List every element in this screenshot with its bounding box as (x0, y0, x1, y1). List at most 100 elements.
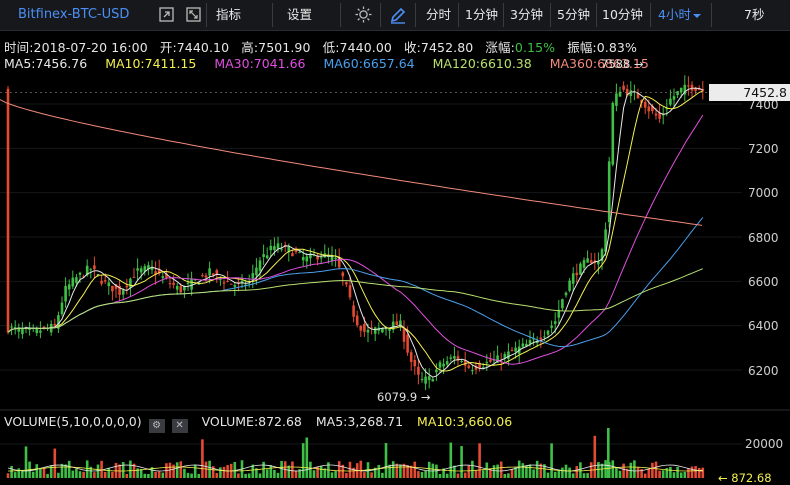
volume-bar (593, 435, 597, 478)
candle-body (100, 280, 103, 284)
candle-body (550, 325, 553, 328)
volume-bar (348, 461, 352, 478)
volume-bar (453, 465, 456, 478)
candle-body (251, 273, 255, 279)
volume-bar (60, 463, 64, 478)
volume-bar (64, 464, 67, 478)
price-axis-label: 6600 (748, 275, 779, 289)
volume-bar (553, 471, 557, 478)
volume-bar (53, 448, 57, 478)
candle-body (654, 113, 658, 116)
volume-bar (676, 467, 679, 478)
candle-body (417, 366, 420, 375)
volume-bar (427, 461, 431, 478)
candle-body (679, 87, 683, 93)
volume-bar (510, 469, 514, 478)
volume-bar (658, 470, 661, 478)
candle-body (445, 361, 449, 365)
volume-bar (481, 470, 485, 478)
candle-body (60, 302, 64, 315)
volume-bar (363, 472, 366, 478)
close-icon[interactable]: ✕ (171, 419, 188, 433)
volume-bar (334, 470, 337, 478)
candle-body (521, 343, 525, 347)
volume-bar (611, 460, 615, 478)
volume-bar (276, 472, 280, 478)
volume-bar (579, 462, 582, 478)
volume-bar (13, 472, 17, 478)
volume-bar (633, 460, 636, 478)
volume-bar (535, 460, 539, 478)
volume-bar (161, 472, 165, 478)
volume-bar (93, 472, 96, 478)
volume-bar (330, 472, 334, 478)
candle-body (71, 277, 75, 287)
candle-body (597, 261, 600, 265)
volume-bar (615, 467, 618, 478)
volume-bar (129, 460, 132, 478)
volume-bar (287, 465, 291, 478)
high-marker: 7588 → (601, 57, 644, 71)
current-volume-marker: ← 872.68 (718, 471, 772, 485)
candle-body (564, 292, 568, 296)
volume-bar (111, 471, 114, 478)
candle-body (543, 336, 546, 338)
candle-body (348, 285, 352, 298)
candle-body (255, 267, 258, 276)
volume-bar (222, 466, 226, 478)
candle-body (366, 329, 370, 333)
volume-bar (499, 461, 503, 478)
candle-body (435, 369, 438, 373)
volume-ma5: MA5:3,268.71 (315, 414, 404, 429)
volume-bar (399, 464, 402, 478)
candle-body (669, 98, 672, 105)
candle-body (172, 282, 175, 285)
volume-bar (571, 473, 575, 478)
candle-body (579, 263, 582, 275)
volume-bar (654, 461, 658, 478)
volume-bar (262, 461, 265, 478)
candle-body (503, 354, 507, 358)
volume-bar (244, 473, 247, 478)
volume-bar (82, 471, 85, 478)
candle-body (107, 282, 111, 287)
moving-average-line (7, 114, 704, 365)
volume-bar (445, 473, 449, 478)
volume-bar (280, 461, 283, 478)
candle-body (67, 284, 71, 290)
candle-body (647, 106, 651, 112)
gear-icon[interactable]: ⚙ (148, 419, 165, 433)
volume-bar (147, 473, 150, 478)
candle-body (355, 315, 359, 326)
volume-bar (413, 461, 417, 478)
candle-body (413, 359, 417, 367)
candle-body (89, 269, 93, 271)
current-price-tag: 7452.8 (709, 84, 790, 101)
candle-body (258, 260, 262, 271)
volume-bar (438, 473, 442, 478)
volume-bar (492, 465, 496, 478)
volume-bar (107, 467, 111, 478)
volume-bar (71, 470, 75, 478)
candle-body (431, 379, 435, 382)
volume-bar (39, 467, 42, 478)
candle-body (352, 305, 355, 317)
moving-average-line (7, 87, 703, 378)
candle-body (467, 365, 471, 368)
volume-bar (215, 473, 219, 478)
candle-body (586, 258, 589, 263)
candle-body (298, 252, 301, 254)
volume-bar (395, 463, 399, 478)
candlestick-chart[interactable] (0, 0, 790, 485)
candle-body (489, 359, 492, 362)
candle-body (273, 246, 276, 251)
candle-body (528, 340, 532, 344)
price-axis-label: 6400 (748, 319, 779, 333)
candle-body (607, 161, 611, 223)
volume-bar (17, 468, 21, 478)
volume-bar (204, 461, 208, 478)
volume-bar (75, 468, 78, 478)
volume-bar (417, 471, 420, 478)
candle-body (39, 330, 42, 333)
candle-body (265, 255, 269, 259)
